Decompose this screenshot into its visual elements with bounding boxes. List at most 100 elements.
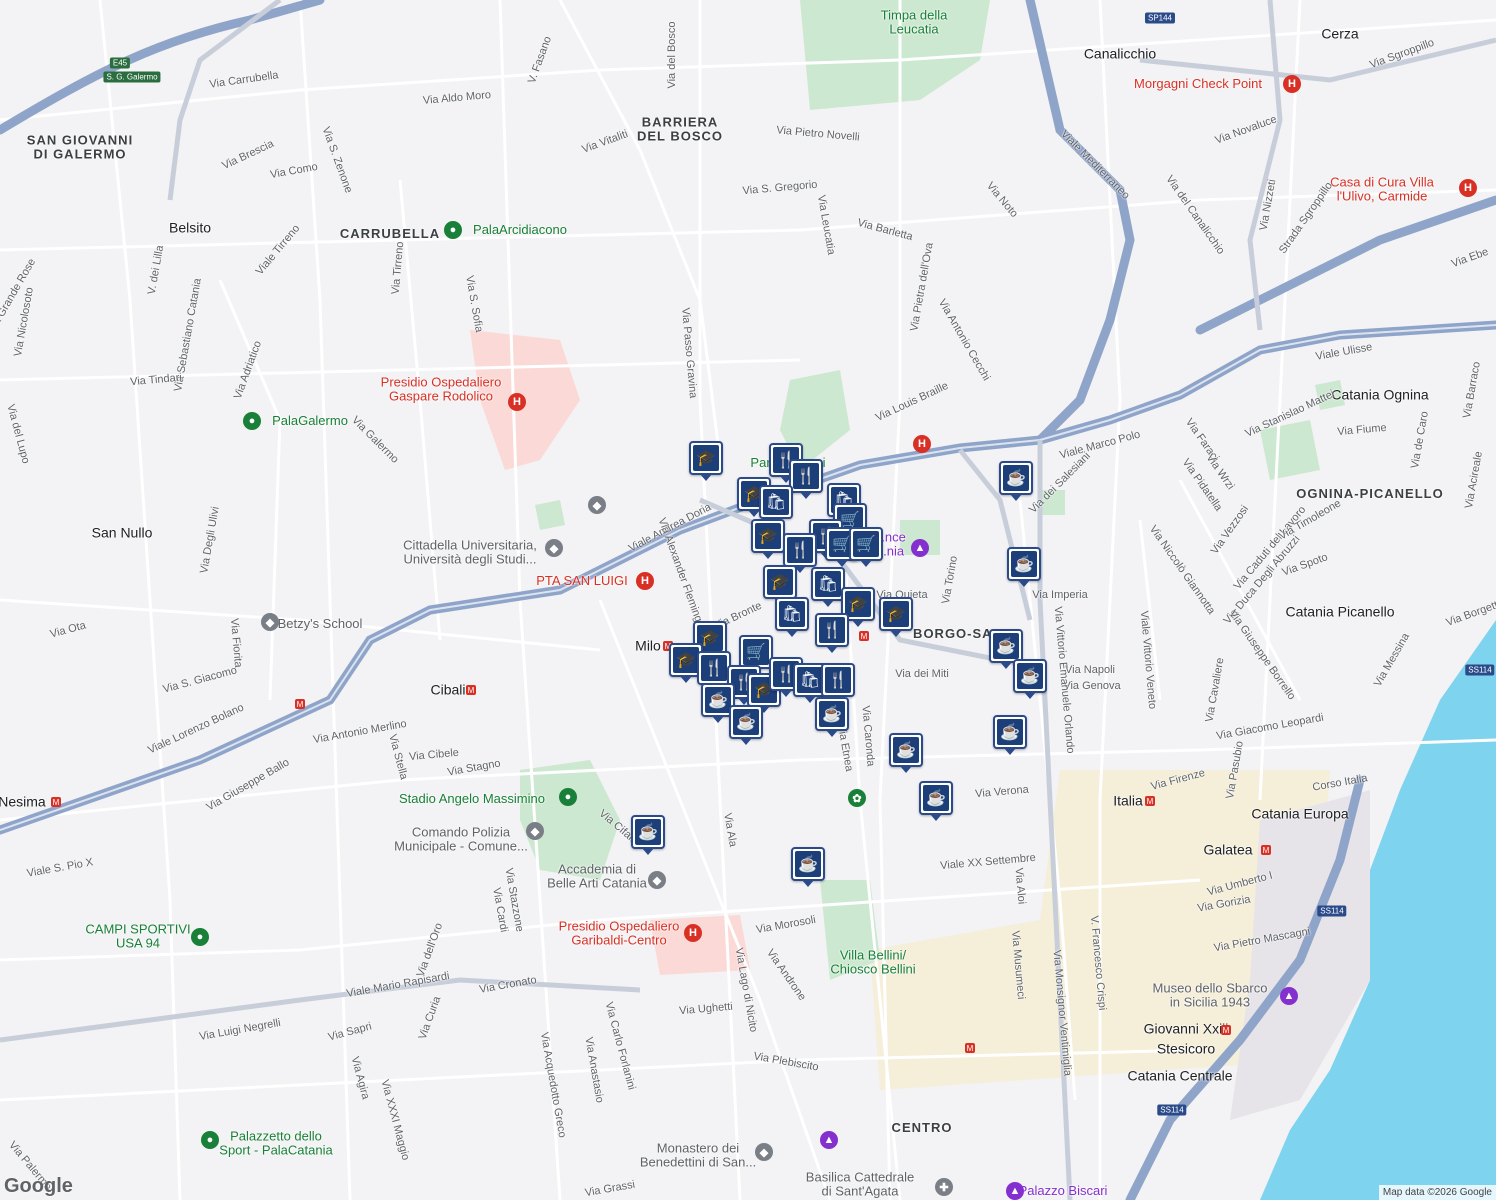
hospital-icon[interactable]: H <box>636 572 654 590</box>
metro-icon[interactable]: M <box>466 685 476 695</box>
poi-icon[interactable]: ◆ <box>588 496 606 514</box>
poi-park-label[interactable]: Timpa della Leucatia <box>881 8 948 38</box>
poi-icon[interactable]: ◆ <box>545 539 563 557</box>
poi-icon[interactable]: ● <box>201 1131 219 1149</box>
metro-icon[interactable]: M <box>1145 796 1155 806</box>
grocery-marker-icon[interactable]: 🛒 <box>739 635 773 675</box>
school-marker-icon[interactable]: 🎓 <box>689 441 723 481</box>
cafe-marker-icon[interactable]: ☕ <box>989 629 1023 669</box>
cafe-marker-icon[interactable]: ☕ <box>631 815 665 855</box>
map-attribution[interactable]: Map data ©2026 Google <box>1378 1185 1496 1200</box>
metro-icon[interactable]: M <box>295 699 305 709</box>
cafe-marker-icon[interactable]: ☕ <box>999 461 1033 501</box>
school-marker-icon[interactable]: 🎓 <box>879 597 913 637</box>
poi-museum-label[interactable]: Palazzo Biscari <box>1019 1183 1108 1198</box>
cafe-marker-icon[interactable]: ☕ <box>1007 547 1041 587</box>
poi-park-label[interactable]: CAMPI SPORTIVI USA 94 <box>85 922 190 952</box>
place-label[interactable]: Catania Europa <box>1251 805 1348 821</box>
poi-icon[interactable]: ◆ <box>648 871 666 889</box>
cafe-marker-icon[interactable]: ☕ <box>993 715 1027 755</box>
poi-icon[interactable]: ● <box>191 928 209 946</box>
restaurant-marker-icon[interactable]: 🍴 <box>821 663 855 703</box>
shopping-icon: 🛍 <box>763 489 789 515</box>
place-label[interactable]: Galatea <box>1203 841 1252 857</box>
cafe-marker-icon[interactable]: ☕ <box>791 847 825 887</box>
area-label[interactable]: OGNINA-PICANELLO <box>1296 486 1443 501</box>
cafe-marker-icon[interactable]: ☕ <box>1013 659 1047 699</box>
metro-icon[interactable]: M <box>51 797 61 807</box>
hospital-icon[interactable]: H <box>684 924 702 942</box>
poi-hospital-label[interactable]: PTA SAN LUIGI <box>536 573 628 588</box>
poi-icon[interactable]: ▲ <box>820 1131 838 1149</box>
area-label[interactable]: SAN GIOVANNI DI GALERMO <box>27 133 133 163</box>
poi-park-label[interactable]: Palazzetto dello Sport - PalaCatania <box>219 1129 332 1159</box>
poi-icon[interactable]: ● <box>243 412 261 430</box>
poi-icon[interactable]: ✿ <box>848 789 866 807</box>
school-marker-icon[interactable]: 🎓 <box>751 519 785 559</box>
place-label[interactable]: San Nullo <box>92 524 153 540</box>
area-label[interactable]: BARRIERA DEL BOSCO <box>637 115 723 145</box>
poi-icon[interactable]: ◆ <box>261 613 279 631</box>
poi-park-label[interactable]: PalaGalermo <box>272 413 348 428</box>
hospital-icon[interactable]: H <box>508 393 526 411</box>
poi-hospital-label[interactable]: Morgagni Check Point <box>1134 76 1262 91</box>
place-label[interactable]: Belsito <box>169 219 211 235</box>
grocery-marker-icon[interactable]: 🛒 <box>849 527 883 567</box>
poi-icon[interactable]: ◆ <box>755 1143 773 1161</box>
shopping-marker-icon[interactable]: 🛍 <box>759 485 793 525</box>
poi-icon[interactable]: ▲ <box>911 539 929 557</box>
cafe-marker-icon[interactable]: ☕ <box>815 697 849 737</box>
map-canvas[interactable]: SAN GIOVANNI DI GALERMO BARRIERA DEL BOSCO C… <box>0 0 1496 1200</box>
place-label[interactable]: Stesicoro <box>1157 1040 1215 1056</box>
poi-label[interactable]: Accademia di Belle Arti Catania <box>547 862 647 892</box>
cafe-marker-icon[interactable]: ☕ <box>729 705 763 745</box>
hospital-icon[interactable]: H <box>1459 179 1477 197</box>
poi-label[interactable]: Comando Polizia Municipale - Comune... <box>394 825 528 855</box>
poi-label[interactable]: Museo dello Sbarco in Sicilia 1943 <box>1153 981 1268 1011</box>
place-label[interactable]: Canalicchio <box>1084 45 1156 61</box>
cafe-marker-icon[interactable]: ☕ <box>919 781 953 821</box>
place-label[interactable]: Catania Picanello <box>1286 603 1395 619</box>
poi-label[interactable]: Basilica Cattedrale di Sant'Agata <box>806 1170 914 1200</box>
poi-park-label[interactable]: PalaArcidiacono <box>473 222 567 237</box>
hospital-icon[interactable]: H <box>913 435 931 453</box>
poi-park-label[interactable]: Villa Bellini/Chiosco Bellini <box>830 948 915 978</box>
metro-icon[interactable]: M <box>965 1043 975 1053</box>
poi-park-label[interactable]: Stadio Angelo Massimino <box>399 791 545 806</box>
poi-hospital-label[interactable]: Casa di Cura Villa l'Ulivo, Carmide <box>1330 175 1434 205</box>
restaurant-marker-icon[interactable]: 🍴 <box>697 651 731 691</box>
poi-label[interactable]: Betzy's School <box>278 616 363 631</box>
place-label[interactable]: Giovanni Xxiii <box>1144 1020 1229 1036</box>
place-label[interactable]: Cerza <box>1321 25 1358 41</box>
poi-icon[interactable]: ▲ <box>1006 1182 1024 1200</box>
poi-icon[interactable]: ◆ <box>526 822 544 840</box>
place-label[interactable]: Italia <box>1113 792 1143 808</box>
place-label[interactable]: Cibali <box>430 681 465 697</box>
metro-icon[interactable]: M <box>1221 1025 1231 1035</box>
restaurant-icon: 🍴 <box>701 655 727 681</box>
metro-icon[interactable]: M <box>1261 845 1271 855</box>
shopping-marker-icon[interactable]: 🛍 <box>775 597 809 637</box>
poi-icon[interactable]: ● <box>444 221 462 239</box>
poi-label[interactable]: Cittadella Universitaria, Università degl… <box>403 538 537 568</box>
area-label[interactable]: CARRUBELLA <box>340 226 440 241</box>
poi-label[interactable]: Monastero dei Benedettini di San... <box>640 1141 756 1171</box>
cafe-marker-icon[interactable]: ☕ <box>889 733 923 773</box>
place-label[interactable]: Catania Centrale <box>1127 1067 1232 1083</box>
shopping-marker-icon[interactable]: 🛍 <box>811 567 845 607</box>
hospital-icon[interactable]: H <box>1283 75 1301 93</box>
place-label[interactable]: Milo <box>635 637 661 653</box>
area-label[interactable]: CENTRO <box>892 1120 953 1135</box>
poi-icon[interactable]: ● <box>559 788 577 806</box>
school-marker-icon[interactable]: 🎓 <box>763 565 797 605</box>
restaurant-marker-icon[interactable]: 🍴 <box>783 533 817 573</box>
restaurant-marker-icon[interactable]: 🍴 <box>815 613 849 653</box>
place-label[interactable]: Nesima <box>0 793 46 809</box>
restaurant-marker-icon[interactable]: 🍴 <box>789 459 823 499</box>
poi-icon[interactable]: ▲ <box>1280 987 1298 1005</box>
place-label[interactable]: Catania Ognina <box>1331 386 1428 402</box>
poi-hospital-label[interactable]: Presidio Ospedaliero Garibaldi-Centro <box>559 919 680 949</box>
poi-hospital-label[interactable]: Presidio Ospedaliero Gaspare Rodolico <box>381 375 502 405</box>
metro-icon[interactable]: M <box>859 631 869 641</box>
poi-icon[interactable]: ✚ <box>935 1178 953 1196</box>
